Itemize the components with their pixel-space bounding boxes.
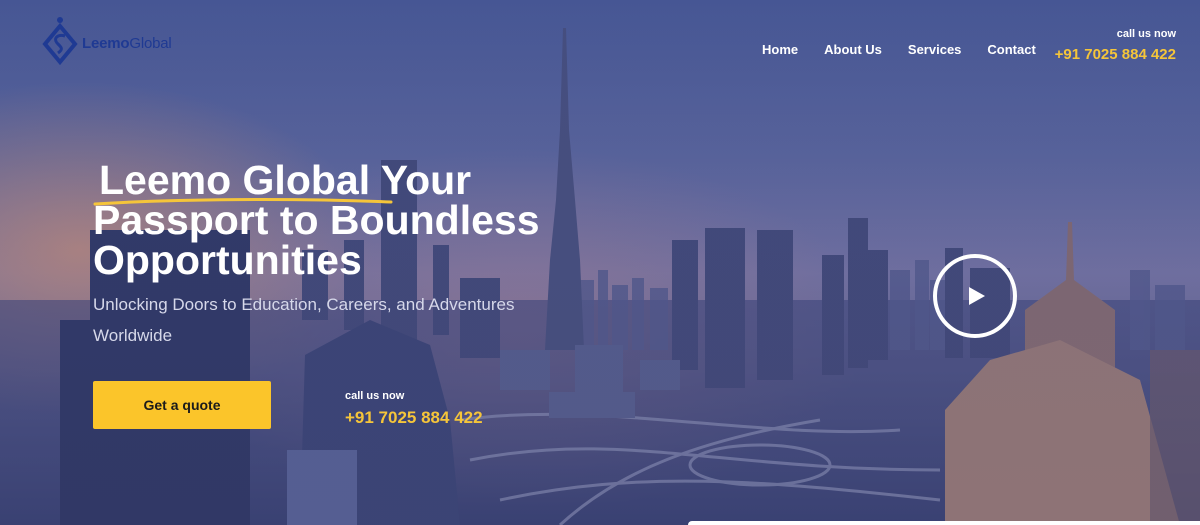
play-icon [969, 287, 985, 305]
header-call: call us now +91 7025 884 422 [1055, 28, 1176, 64]
nav-home[interactable]: Home [762, 42, 798, 57]
brand-name-regular: Global [129, 34, 172, 52]
nav-about-us[interactable]: About Us [824, 42, 882, 57]
bottom-panel-edge [688, 521, 1200, 525]
get-a-quote-button[interactable]: Get a quote [93, 381, 271, 429]
diamond-s-logo-icon [42, 17, 78, 66]
nav-services[interactable]: Services [908, 42, 962, 57]
hero-call: call us now +91 7025 884 422 [345, 390, 483, 428]
yellow-underline-decoration [93, 198, 393, 206]
header-call-label: call us now [1116, 28, 1176, 40]
hero-title-line-3: Opportunities [93, 237, 362, 283]
main-nav: Home About Us Services Contact [762, 42, 1062, 57]
header-phone-link[interactable]: +91 7025 884 422 [1055, 46, 1176, 63]
play-video-button[interactable] [933, 254, 1017, 338]
hero-title-highlight: Leemo Global [93, 160, 393, 206]
brand-logo[interactable]: LeemoGlobal [42, 16, 172, 70]
nav-contact[interactable]: Contact [987, 42, 1035, 57]
hero-subtitle: Unlocking Doors to Education, Careers, a… [93, 295, 515, 345]
brand-name: LeemoGlobal [82, 35, 172, 52]
brand-name-bold: Leemo [82, 34, 130, 52]
hero-call-label: call us now [345, 390, 405, 402]
hero-title: Leemo Global Your Passport to Boundless … [93, 160, 613, 283]
hero-phone-link[interactable]: +91 7025 884 422 [345, 408, 483, 427]
